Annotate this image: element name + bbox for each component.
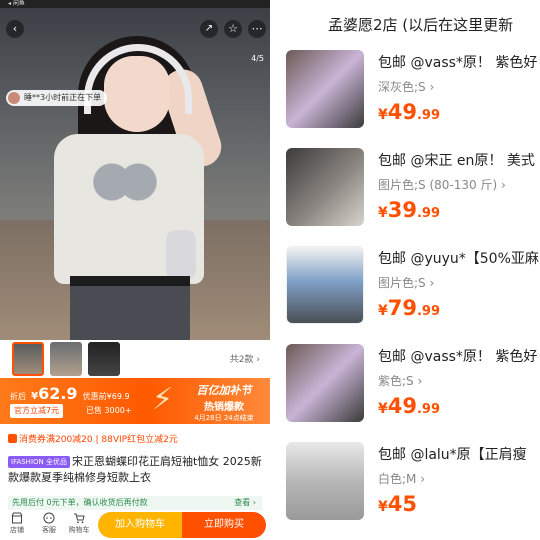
item-spec: 图片色;S (80-130 斤) › (378, 178, 506, 192)
list-item[interactable]: 包邮 @yuyu*【50%亚麻 图片色;S › ¥79.99 (270, 246, 540, 342)
item-title: 包邮 @vass*原！ 紫色好 (378, 349, 538, 365)
store-nav[interactable]: 店铺 (4, 512, 30, 535)
official-discount-badge: 官方立减7元 (10, 404, 64, 418)
item-image (286, 50, 364, 128)
shop-listing-panel: 孟婆愿2店 (以后在这里更新 包邮 @vass*原！ 紫色好 深灰色;S › ¥… (270, 0, 540, 540)
price-promo-banner: 折后 ¥62.9 优惠前¥69.9 官方立减7元 已售 3000+ ⚡ 百亿加补… (0, 378, 270, 424)
item-title: 包邮 @宋正 en原！ 美式 (378, 153, 535, 169)
item-price: ¥39.99 (378, 198, 441, 222)
thumbnail-strip: 共2款 › (0, 340, 270, 378)
pay-later-notice[interactable]: 先用后付 0元下单，确认收货后再付款 查看 › (8, 496, 262, 510)
list-item[interactable]: 包邮 @vass*原！ 紫色好 紫色;S › ¥49.99 (270, 344, 540, 440)
cart-icon (74, 513, 85, 524)
thumbnail-2[interactable] (50, 342, 82, 376)
list-item[interactable]: 包邮 @vass*原！ 紫色好 深灰色;S › ¥49.99 (270, 50, 540, 146)
cart-nav[interactable]: 购物车 (66, 512, 92, 535)
original-price: 优惠前¥69.9 (82, 392, 130, 401)
item-spec: 深灰色;S › (378, 80, 435, 94)
coupon-icon (8, 434, 17, 443)
buyer-notice-text: 睡**3小时前正在下单 (24, 93, 102, 102)
view-link[interactable]: 查看 › (234, 496, 256, 510)
item-title: 包邮 @lalu*原【正肩瘦 (378, 447, 527, 463)
item-price: ¥49.99 (378, 394, 441, 418)
item-title: 包邮 @vass*原！ 紫色好 (378, 55, 538, 71)
chevron-left-icon[interactable]: ‹ (6, 20, 24, 38)
star-icon[interactable]: ☆ (224, 20, 242, 38)
item-price: ¥79.99 (378, 296, 441, 320)
lightning-icon: ⚡ (152, 382, 174, 417)
share-icon[interactable]: ↗ (200, 20, 218, 38)
buyer-notice: 睡**3小时前正在下单 (6, 90, 108, 106)
product-main-image[interactable]: ‹ ↗ ☆ ⋯ 4/5 睡**3小时前正在下单 (0, 8, 270, 340)
sold-count: 已售 3000+ (86, 406, 132, 415)
chat-icon (43, 512, 55, 524)
product-title: IFASHION 全优品 宋正恩蝴蝶印花正肩短袖t恤女 2025新款爆款夏季纯棉修… (8, 455, 262, 484)
service-nav[interactable]: 客服 (36, 512, 62, 535)
list-item[interactable]: 包邮 @宋正 en原！ 美式 图片色;S (80-130 斤) › ¥39.99 (270, 148, 540, 244)
bottom-action-bar: 店铺 客服 购物车 加入购物车 立即购买 (0, 510, 270, 540)
avatar (8, 92, 20, 104)
item-spec: 图片色;S › (378, 276, 435, 290)
more-icon[interactable]: ⋯ (248, 20, 266, 38)
image-counter: 4/5 (251, 54, 264, 63)
coupons-row[interactable]: 消费券满200减20 | 88VIP红包立减2元 (8, 432, 178, 445)
item-title: 包邮 @yuyu*【50%亚麻 (378, 251, 539, 267)
item-image (286, 344, 364, 422)
item-image (286, 442, 364, 520)
price-line: 折后 ¥62.9 优惠前¥69.9 (10, 384, 130, 403)
price-label: 折后 (10, 392, 26, 401)
store-icon (11, 512, 23, 524)
status-carrier: ◂ 闲鱼 (8, 0, 25, 7)
item-image (286, 246, 364, 324)
item-spec: 紫色;S › (378, 374, 423, 388)
brand-badge: IFASHION 全优品 (8, 456, 70, 468)
item-image (286, 148, 364, 226)
shop-title: 孟婆愿2店 (以后在这里更新 (328, 16, 514, 34)
item-spec: 白色;M › (378, 472, 426, 486)
list-item[interactable]: 包邮 @lalu*原【正肩瘦 白色;M › ¥45 (270, 442, 540, 538)
status-bar: ◂ 闲鱼 (0, 0, 270, 8)
product-detail-panel: ◂ 闲鱼 ‹ ↗ ☆ ⋯ 4/5 睡**3小时前正在下单 共2款 › 折后 ¥6… (0, 0, 270, 540)
item-price: ¥45 (378, 492, 417, 516)
thumbnail-1[interactable] (12, 342, 44, 376)
festival-badge: 百亿加补节 热销爆款 4月28日 24点结束 (194, 384, 254, 422)
price-value: 62.9 (38, 384, 78, 403)
add-to-cart-button[interactable]: 加入购物车 (98, 512, 182, 538)
thumbnail-3[interactable] (88, 342, 120, 376)
buy-now-button[interactable]: 立即购买 (182, 512, 266, 538)
item-price: ¥49.99 (378, 100, 441, 124)
total-variants[interactable]: 共2款 › (230, 352, 260, 365)
butterfly-print (92, 158, 158, 218)
